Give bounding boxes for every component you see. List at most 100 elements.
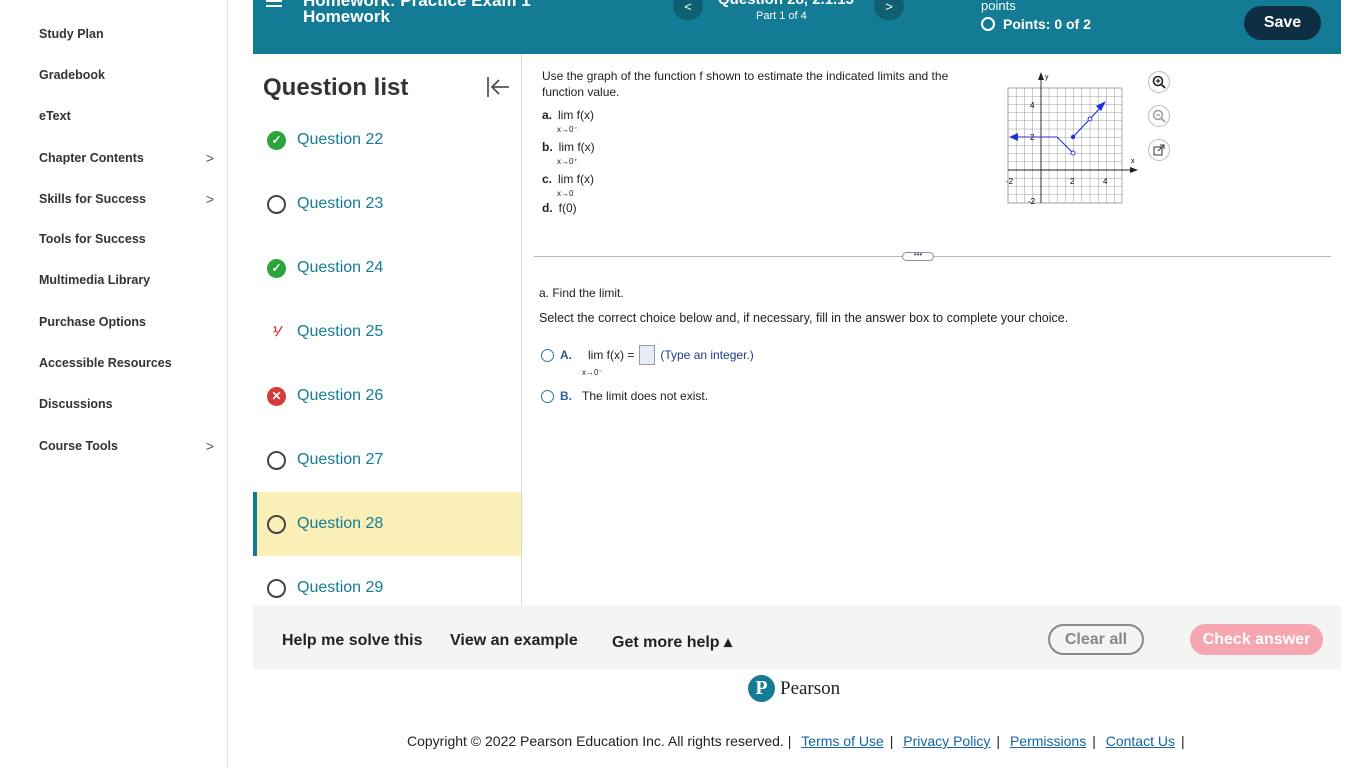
function-graph: x y -2 2 4 4 2 -2 <box>1006 72 1138 206</box>
zoom-out-icon[interactable] <box>1148 105 1170 127</box>
get-more-help-button[interactable]: Get more help ▴ <box>612 632 732 652</box>
menu-icon[interactable] <box>266 0 282 14</box>
empty-circle-icon <box>267 450 286 470</box>
help-toolbar: Help me solve this View an example Get m… <box>253 605 1341 669</box>
pearson-brand: P Pearson <box>748 675 840 702</box>
contact-link[interactable]: Contact Us <box>1106 733 1175 749</box>
choice-a[interactable]: A. lim f(x) = (Type an integer.) <box>541 345 754 365</box>
question-list-item[interactable]: ✕ Question 26 <box>253 364 521 428</box>
copyright-footer: Copyright © 2022 Pearson Education Inc. … <box>407 733 1185 749</box>
divider-drag-handle[interactable]: ••• <box>902 251 934 261</box>
question-list-label: Question 27 <box>297 451 384 468</box>
question-list-item[interactable]: ⅟ Question 25 <box>253 300 521 364</box>
terms-link[interactable]: Terms of Use <box>801 733 883 749</box>
view-example-button[interactable]: View an example <box>450 632 578 650</box>
tick-x-4: 4 <box>1103 177 1108 186</box>
nav-item-label: eText <box>39 109 71 123</box>
nav-item-7[interactable]: Purchase Options <box>39 315 214 329</box>
part-letter: b. <box>542 140 553 154</box>
zoom-in-icon[interactable] <box>1148 71 1170 93</box>
question-content: Use the graph of the function f shown to… <box>530 54 1341 605</box>
nav-item-0[interactable]: Study Plan <box>39 27 214 41</box>
question-part: d. f(0) <box>542 201 577 215</box>
empty-circle-icon <box>267 578 286 598</box>
nav-item-label: Accessible Resources <box>39 356 172 370</box>
assignment-title: Homework <box>303 7 390 26</box>
tick-y-neg2: -2 <box>1028 197 1036 206</box>
nav-item-10[interactable]: Course Tools > <box>39 438 214 454</box>
pearson-logo-icon: P <box>748 675 775 702</box>
nav-item-8[interactable]: Accessible Resources <box>39 356 214 370</box>
instruction-text: Select the correct choice below and, if … <box>539 311 1069 325</box>
nav-item-5[interactable]: Tools for Success <box>39 232 214 246</box>
question-list-label: Question 26 <box>297 387 384 404</box>
empty-circle-icon <box>267 514 286 534</box>
choice-b-radio[interactable] <box>541 389 554 403</box>
nav-item-3[interactable]: Chapter Contents > <box>39 150 214 166</box>
assignment-header: Homework: Practice Exam 1 Homework < Que… <box>253 0 1341 54</box>
nav-item-4[interactable]: Skills for Success > <box>39 191 214 207</box>
part-text: f(0) <box>558 201 577 215</box>
part-text: lim f(x) <box>558 140 595 154</box>
question-list-item[interactable]: Question 23 <box>253 172 521 236</box>
question-list-label: Question 29 <box>297 579 384 596</box>
part-label: Part 1 of 4 <box>756 10 807 22</box>
collapse-panel-icon[interactable] <box>486 76 510 98</box>
question-part: c. lim f(x) <box>542 172 594 186</box>
choice-a-radio[interactable] <box>541 348 554 362</box>
nav-item-label: Skills for Success <box>39 192 147 206</box>
nav-item-2[interactable]: eText <box>39 109 214 123</box>
tick-x-2: 2 <box>1070 177 1075 186</box>
answer-input[interactable] <box>639 345 656 365</box>
nav-item-label: Study Plan <box>39 27 104 41</box>
open-external-icon[interactable] <box>1148 139 1170 161</box>
check-answer-button[interactable]: Check answer <box>1190 624 1323 655</box>
question-list-title: Question list <box>263 74 409 101</box>
part-letter: c. <box>542 172 553 186</box>
nav-item-6[interactable]: Multimedia Library <box>39 273 214 287</box>
check-circle-icon: ✓ <box>267 258 286 278</box>
x-circle-icon: ✕ <box>267 386 286 406</box>
prev-question-button[interactable]: < <box>673 0 703 20</box>
question-list-label: Question 25 <box>297 323 384 340</box>
help-me-solve-button[interactable]: Help me solve this <box>282 632 423 650</box>
part-subscript: x→0 <box>557 189 574 198</box>
choice-a-hint: (Type an integer.) <box>660 348 754 362</box>
choice-b[interactable]: B. The limit does not exist. <box>541 389 708 403</box>
choice-b-letter: B. <box>560 389 572 403</box>
question-list-item[interactable]: Question 28 <box>253 492 521 556</box>
question-list-label: Question 24 <box>297 259 384 276</box>
part-subscript: x→0⁻ <box>557 125 578 134</box>
nav-item-9[interactable]: Discussions <box>39 397 214 411</box>
permissions-link[interactable]: Permissions <box>1010 733 1086 749</box>
nav-item-1[interactable]: Gradebook <box>39 68 214 82</box>
tick-x-neg2: -2 <box>1006 177 1014 186</box>
graph-x-label: x <box>1131 158 1135 165</box>
question-list-item[interactable]: ✓ Question 22 <box>253 108 521 172</box>
question-list-item[interactable]: Question 27 <box>253 428 521 492</box>
save-button[interactable]: Save <box>1244 6 1321 40</box>
nav-item-label: Tools for Success <box>39 232 146 246</box>
nav-item-label: Discussions <box>39 397 113 411</box>
question-list-item[interactable]: Question 29 <box>253 556 521 605</box>
question-list-panel: Question list ✓ Question 22 Question 23 ✓ Qu… <box>253 54 522 605</box>
part-subscript: x→0⁺ <box>557 157 578 166</box>
chevron-right-icon: > <box>205 150 214 166</box>
choice-a-letter: A. <box>560 348 572 362</box>
next-question-button[interactable]: > <box>874 0 904 20</box>
part-text: lim f(x) <box>558 108 595 122</box>
copyright-text: Copyright © 2022 Pearson Education Inc. … <box>407 733 784 749</box>
clear-all-button[interactable]: Clear all <box>1048 624 1144 655</box>
question-prompt: Use the graph of the function f shown to… <box>542 69 949 99</box>
points-text: Points: 0 of 2 <box>1003 16 1091 32</box>
graph-y-label: y <box>1045 74 1049 81</box>
question-list-label: Question 28 <box>297 515 384 532</box>
question-list-item[interactable]: ✓ Question 24 <box>253 236 521 300</box>
question-title-clipped: Question 28, 2.1.15 <box>718 0 854 8</box>
question-part: a. lim f(x) <box>542 108 594 122</box>
chevron-right-icon: > <box>205 438 214 454</box>
course-nav: Study Plan Gradebook eText Chapter Contents… <box>0 0 228 768</box>
choice-b-text: The limit does not exist. <box>582 389 709 403</box>
privacy-link[interactable]: Privacy Policy <box>903 733 990 749</box>
part-text: lim f(x) <box>558 172 595 186</box>
